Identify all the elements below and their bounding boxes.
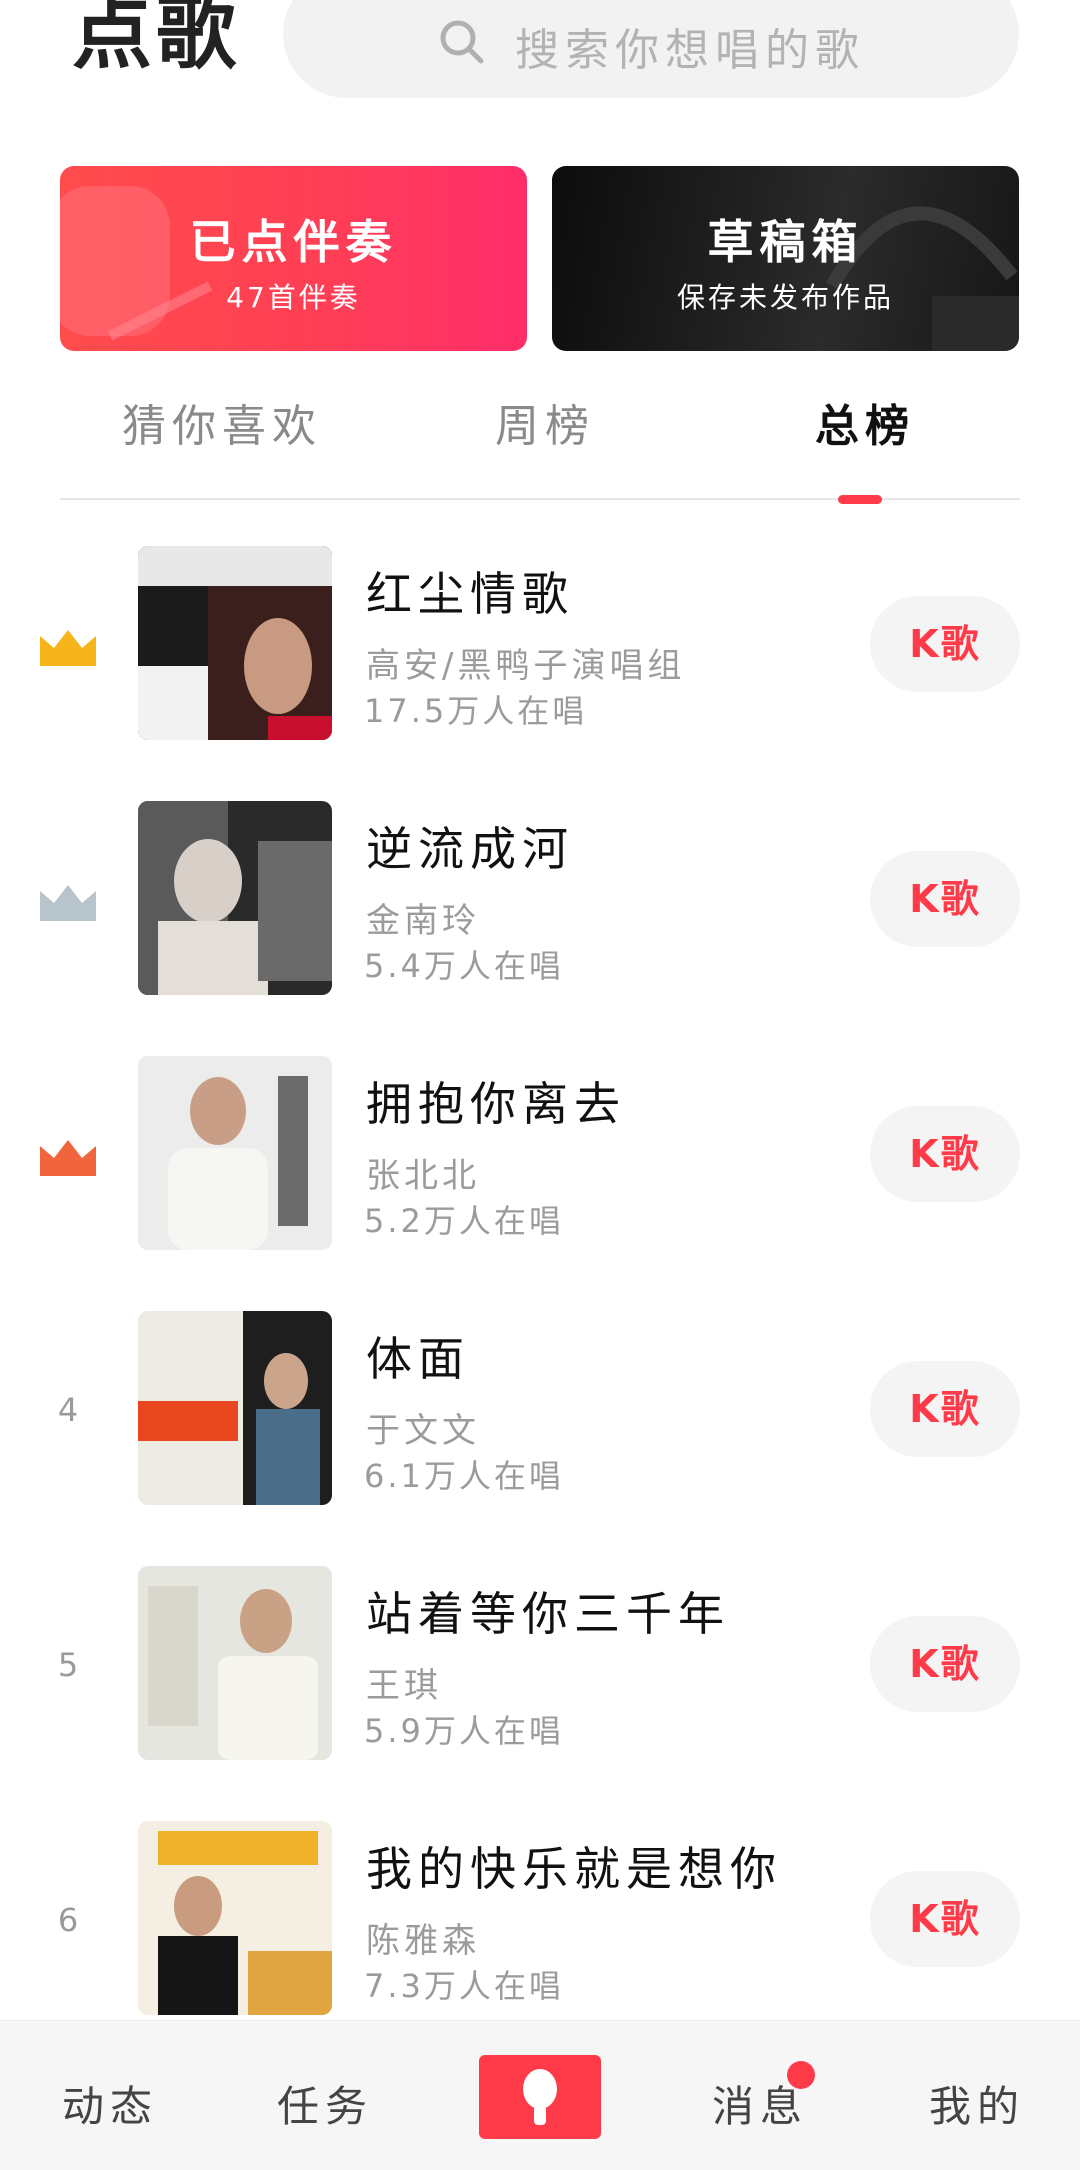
sing-count: 5.9万人在唱 — [364, 1712, 564, 1750]
sing-count: 5.4万人在唱 — [364, 947, 564, 985]
song-row[interactable]: 红尘情歌 高安/黑鸭子演唱组 17.5万人在唱 K歌 — [0, 546, 1080, 746]
crown-silver-icon — [40, 885, 96, 921]
rank — [40, 626, 96, 670]
nav-sing-button[interactable] — [479, 2055, 601, 2139]
song-artist: 于文文 — [366, 1411, 480, 1451]
rank — [40, 1136, 96, 1180]
album-cover — [138, 1821, 332, 2015]
song-title: 拥抱你离去 — [366, 1077, 626, 1131]
song-title: 我的快乐就是想你 — [366, 1842, 782, 1896]
album-cover — [138, 1566, 332, 1760]
rank — [40, 881, 96, 925]
bottom-nav: 动态 任务 消息 我的 — [0, 2020, 1080, 2170]
crown-bronze-icon — [40, 1140, 96, 1176]
tab-indicator — [838, 495, 882, 504]
nav-tasks[interactable]: 任务 — [277, 2073, 373, 2134]
rank: 6 — [40, 1901, 96, 1939]
album-cover — [138, 1056, 332, 1250]
song-title: 逆流成河 — [366, 822, 574, 876]
rank: 5 — [40, 1646, 96, 1684]
page-title: 点歌 — [72, 0, 240, 80]
search-placeholder: 搜索你想唱的歌 — [515, 25, 865, 76]
rank-number: 5 — [57, 1646, 79, 1684]
album-cover — [138, 1311, 332, 1505]
sing-count: 6.1万人在唱 — [364, 1457, 564, 1495]
notification-badge — [787, 2061, 815, 2089]
album-cover — [138, 801, 332, 995]
song-title: 站着等你三千年 — [366, 1587, 730, 1641]
sing-button[interactable]: K歌 — [870, 1616, 1020, 1712]
song-artist: 金南玲 — [366, 901, 480, 941]
song-row[interactable]: 6 我的快乐就是想你 陈雅森 7.3万人在唱 K歌 — [0, 1821, 1080, 2021]
accompaniment-card[interactable]: 已点伴奏 47首伴奏 — [60, 166, 527, 351]
sing-button[interactable]: K歌 — [870, 1106, 1020, 1202]
song-row[interactable]: 逆流成河 金南玲 5.4万人在唱 K歌 — [0, 801, 1080, 1001]
tab-overall[interactable]: 总榜 — [815, 390, 915, 454]
sing-count: 5.2万人在唱 — [364, 1202, 564, 1240]
sing-button[interactable]: K歌 — [870, 1871, 1020, 1967]
card-title: 草稿箱 — [707, 215, 864, 269]
rank-number: 6 — [57, 1901, 79, 1939]
song-artist: 陈雅森 — [366, 1921, 480, 1961]
song-title: 体面 — [366, 1332, 470, 1386]
card-subtitle: 47首伴奏 — [226, 281, 361, 314]
song-row[interactable]: 拥抱你离去 张北北 5.2万人在唱 K歌 — [0, 1056, 1080, 1256]
tab-bar: 猜你喜欢 周榜 总榜 — [60, 390, 1020, 500]
song-row[interactable]: 5 站着等你三千年 王琪 5.9万人在唱 K歌 — [0, 1566, 1080, 1766]
song-artist: 张北北 — [366, 1156, 480, 1196]
song-artist: 高安/黑鸭子演唱组 — [366, 646, 686, 686]
search-bar[interactable]: 搜索你想唱的歌 — [283, 0, 1019, 98]
card-title: 已点伴奏 — [189, 215, 398, 269]
nav-profile[interactable]: 我的 — [929, 2073, 1025, 2134]
sing-button[interactable]: K歌 — [870, 596, 1020, 692]
nav-feed[interactable]: 动态 — [62, 2073, 158, 2134]
sing-button[interactable]: K歌 — [870, 1361, 1020, 1457]
header: 点歌 搜索你想唱的歌 — [0, 0, 1080, 120]
song-row[interactable]: 4 体面 于文文 6.1万人在唱 K歌 — [0, 1311, 1080, 1511]
sing-button[interactable]: K歌 — [870, 851, 1020, 947]
song-artist: 王琪 — [366, 1666, 442, 1706]
drafts-card[interactable]: 草稿箱 保存未发布作品 — [552, 166, 1019, 351]
search-icon — [440, 20, 484, 64]
crown-gold-icon — [40, 630, 96, 666]
bulb-icon — [523, 2069, 557, 2125]
tab-weekly[interactable]: 周榜 — [495, 390, 595, 454]
rank: 4 — [40, 1391, 96, 1429]
album-cover — [138, 546, 332, 740]
rank-number: 4 — [57, 1391, 79, 1429]
tab-recommend[interactable]: 猜你喜欢 — [122, 390, 322, 454]
sing-count: 7.3万人在唱 — [364, 1967, 564, 2005]
card-subtitle: 保存未发布作品 — [676, 281, 894, 314]
song-title: 红尘情歌 — [366, 567, 574, 621]
sing-count: 17.5万人在唱 — [364, 692, 588, 730]
